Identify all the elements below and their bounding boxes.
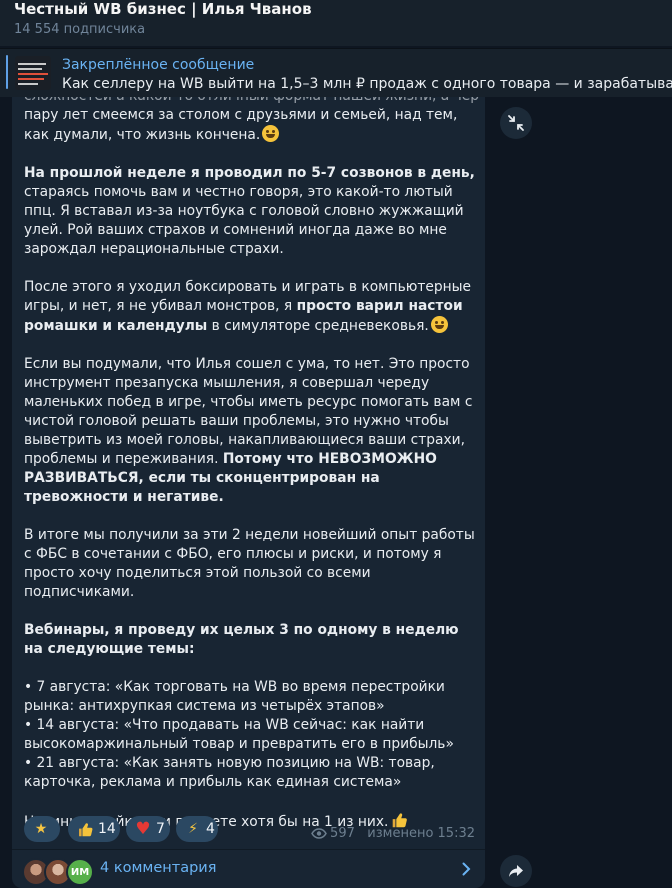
reaction-heart[interactable]: ♥ 7	[126, 816, 170, 842]
view-count: 597	[330, 826, 355, 841]
collapse-button[interactable]	[500, 107, 532, 139]
message-text: сложностей а какой-то отличный формат на…	[24, 97, 479, 851]
pinned-message-bar[interactable]: Закреплённое сообщение Как селлеру на WB…	[0, 48, 672, 97]
grinning-sweat-emoji-icon	[262, 125, 280, 142]
reaction-star[interactable]: ★	[24, 816, 60, 842]
pinned-indicator	[6, 55, 8, 89]
thumbs-up-icon	[79, 822, 93, 836]
pinned-title: Закреплённое сообщение	[62, 57, 255, 73]
edited-time: изменено 15:32	[367, 826, 475, 841]
eye-icon	[311, 828, 327, 839]
reaction-count: 4	[206, 821, 215, 837]
chevron-right-icon	[462, 862, 471, 876]
pinned-thumbnail	[15, 56, 51, 90]
reaction-count: 7	[156, 821, 165, 837]
channel-header[interactable]: Честный WB бизнес | Илья Чванов 14 554 п…	[0, 0, 672, 46]
pinned-text: Как селлеру на WB выйти на 1,5–3 млн ₽ п…	[62, 76, 672, 92]
list-item: • 14 августа: «Что продавать на WB сейча…	[24, 717, 454, 752]
paragraph-2: На прошлой неделе я проводил по 5-7 созв…	[24, 165, 475, 257]
subscriber-count: 14 554 подписчика	[14, 22, 146, 37]
webinar-list: • 7 августа: «Как торговать на WB во вре…	[24, 678, 479, 792]
heart-icon: ♥	[135, 819, 151, 839]
message-meta: 597 изменено 15:32	[311, 826, 475, 841]
reaction-count: 14	[98, 821, 116, 837]
paragraph-3: После этого я уходил боксировать и играт…	[24, 279, 472, 334]
paragraph-4: Если вы подумали, что Илья сошел с ума, …	[24, 356, 473, 505]
comments-button[interactable]: ИМ 4 комментария	[12, 849, 485, 888]
paragraph-1: пару лет смеемся за столом с друзьями и …	[24, 107, 458, 143]
collapse-arrows-icon	[508, 115, 524, 131]
share-button[interactable]	[500, 855, 532, 887]
avatar: ИМ	[66, 858, 94, 886]
message-bubble: сложностей а какой-то отличный формат на…	[12, 97, 485, 888]
reaction-lightning[interactable]: ⚡ 4	[176, 816, 218, 842]
comments-label: 4 комментария	[100, 860, 217, 876]
cutoff-line: сложностей а какой-то отличный формат на…	[24, 97, 479, 106]
reaction-thumbs-up[interactable]: 14	[68, 816, 120, 842]
list-item: • 7 августа: «Как торговать на WB во вре…	[24, 679, 445, 714]
paragraph-5: В итоге мы получили за эти 2 недели нове…	[24, 527, 475, 600]
star-icon: ★	[34, 821, 48, 837]
lightning-icon: ⚡	[188, 821, 198, 837]
list-item: • 21 августа: «Как занять новую позицию …	[24, 755, 435, 790]
channel-title: Честный WB бизнес | Илья Чванов	[14, 0, 312, 18]
laughing-emoji-icon	[430, 316, 448, 333]
share-arrow-icon	[509, 865, 523, 877]
paragraph-6: Вебинары, я проведу их целых 3 по одному…	[24, 622, 459, 657]
